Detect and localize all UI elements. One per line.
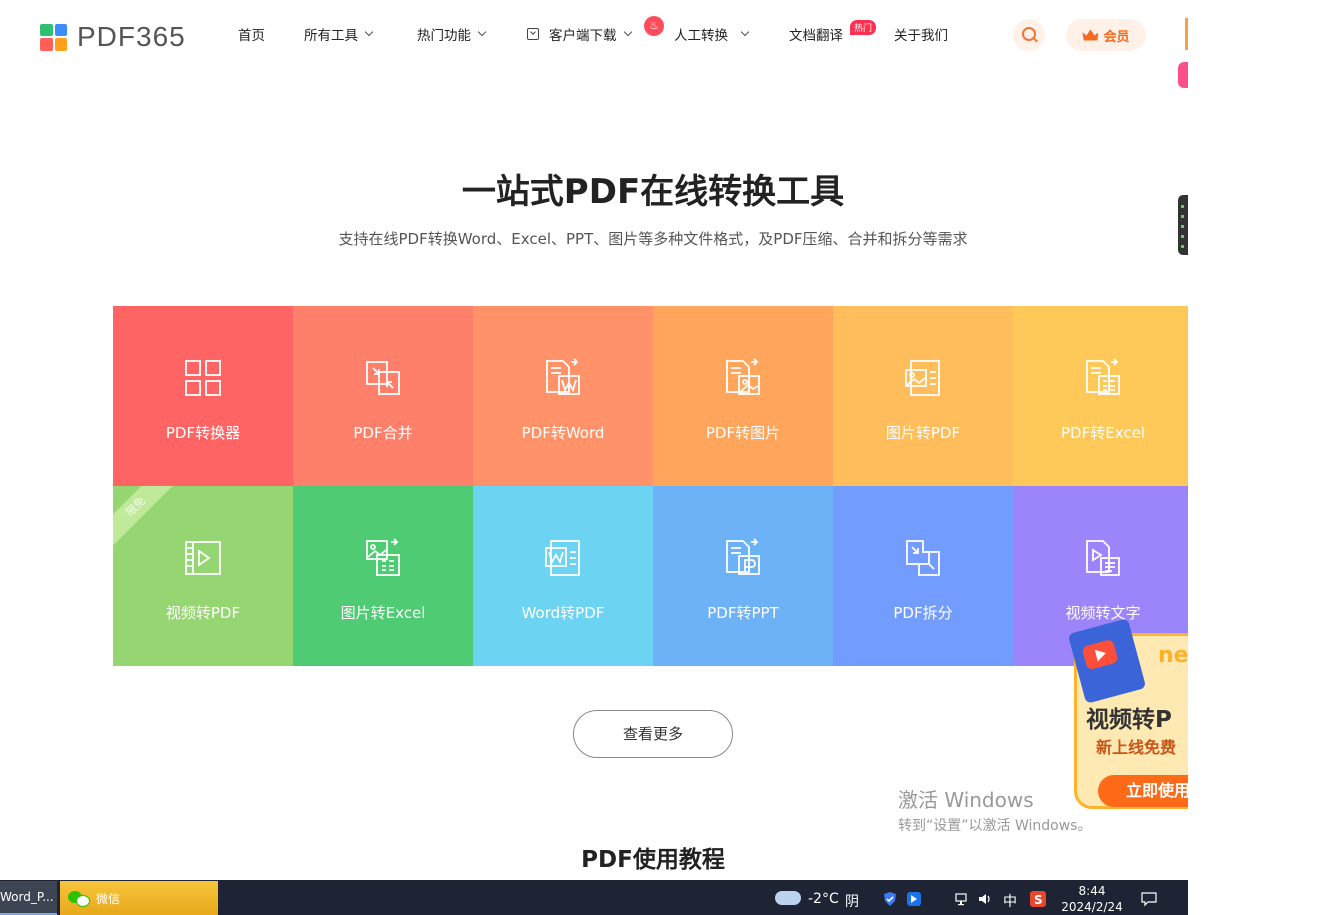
hero-title: 一站式PDF在线转换工具 [461,172,845,212]
ime-indicator[interactable]: 中 [1003,891,1017,911]
site-logo[interactable]: PDF365 [40,21,186,53]
windows-activation-watermark: 激活 Windows 转到“设置”以激活 Windows。 [898,788,1092,834]
tool-tile-label: 图片转Excel [340,604,426,622]
promo-title: 视频转P [1086,707,1172,733]
view-more-button[interactable]: 查看更多 [573,710,733,758]
video-icon [185,541,221,575]
tool-grid: PDF转换器 PDF合并 PDF转Word PDF转图片 图片转PDF PDF转Excel… [113,306,1188,666]
grid-icon [185,360,221,396]
tool-tile-label: 视频转文字 [1065,604,1141,622]
browser-page: PDF365 首页 所有工具 热门功能 客户端下载 人工转换 文档翻译 关于我们… [0,0,1188,880]
tool-tile[interactable]: PDF转Word [473,306,653,486]
taskbar-word-app[interactable]: Word_P... [0,881,57,915]
download-icon [527,28,539,40]
nav-home[interactable]: 首页 [238,24,265,44]
tool-tile-label: PDF合并 [353,424,413,442]
svg-text:S: S [1034,893,1043,907]
volume-icon[interactable] [977,891,993,907]
tutorial-section-title: PDF使用教程 [581,847,725,873]
image-to-pdf-icon [905,360,940,396]
side-float-tab[interactable] [1178,62,1188,88]
weather-cloud-icon[interactable] [775,891,801,905]
tool-tile-label: 图片转PDF [885,424,961,442]
tool-tile[interactable]: 图片转Excel [293,486,473,666]
tool-tile-label: PDF转Excel [1061,424,1145,442]
nav-all-tools[interactable]: 所有工具 [304,24,374,44]
sogou-ime-icon[interactable]: S [1030,891,1046,907]
tool-tile-label: PDF拆分 [893,604,953,622]
nav-manual-convert[interactable]: 人工转换 [674,24,750,44]
side-widget-edge[interactable] [1185,18,1188,50]
excel-icon [1086,358,1120,395]
word-icon [546,358,580,395]
split-icon [906,540,940,576]
image-excel-icon [366,538,400,576]
promo-new-badge: ne [1158,643,1188,668]
tool-tile[interactable]: PDF拆分 [833,486,1013,666]
tool-tile[interactable]: PDF转Excel [1013,306,1188,486]
taskbar-clock[interactable]: 8:44 2024/2/24 [1060,883,1124,915]
member-button[interactable]: 会员 [1066,19,1146,51]
image-icon [726,358,760,395]
chevron-down-icon [477,27,487,37]
free-ribbon-badge: 限免 [113,486,176,547]
tool-tile-label: PDF转换器 [165,424,241,442]
weather-desc[interactable]: 阴 [845,891,859,911]
chevron-down-icon [740,27,750,37]
nav-client-download[interactable]: 客户端下载 [527,24,632,44]
weather-temp[interactable]: -2°C [808,891,839,907]
promo-subtitle: 新上线免费 [1096,738,1177,757]
logo-mark-icon [40,23,67,51]
promo-use-now-button[interactable]: 立即使用 [1098,775,1188,807]
nav-doc-translate[interactable]: 文档翻译 [789,24,843,44]
nav-hot-features[interactable]: 热门功能 [417,24,487,44]
tool-tile-label: PDF转PPT [707,604,779,622]
chevron-down-icon [623,27,632,37]
promo-video-to-pdf[interactable]: ne 视频转P 新上线免费 立即使用 [1067,618,1188,810]
tool-tile[interactable]: PDF合并 [293,306,473,486]
tray-app-icon[interactable] [906,891,922,907]
merge-icon [366,361,400,395]
tool-tile[interactable]: PDF转PPT [653,486,833,666]
logo-text: PDF365 [77,21,186,52]
nav-about-us[interactable]: 关于我们 [894,24,948,44]
tool-tile[interactable]: 视频转PDF 限免 [113,486,293,666]
hot-badge: 热门 [850,20,877,35]
tool-tile[interactable]: Word转PDF [473,486,653,666]
crown-icon [1082,29,1099,41]
word-pdf-icon [545,540,580,576]
tool-tile-label: 视频转PDF [165,604,241,622]
wechat-icon [68,889,90,907]
ppt-icon [726,538,760,575]
site-header: PDF365 首页 所有工具 热门功能 客户端下载 人工转换 文档翻译 关于我们… [0,0,1188,70]
network-icon[interactable] [954,891,970,907]
tool-tile[interactable]: PDF转图片 [653,306,833,486]
tool-tile[interactable]: PDF转换器 [113,306,293,486]
hero-subtitle: 支持在线PDF转换Word、Excel、PPT、图片等多种文件格式，及PDF压缩… [338,230,968,248]
notification-icon[interactable] [1141,891,1157,907]
tool-tile-label: PDF转图片 [705,424,781,442]
taskbar-wechat-app[interactable]: 微信 [60,881,218,915]
security-shield-icon[interactable] [882,891,898,907]
tool-tile[interactable]: 图片转PDF [833,306,1013,486]
fire-icon: ♨ [644,16,664,36]
search-button[interactable] [1013,19,1045,51]
video-text-icon [1086,540,1120,576]
tool-tile-label: Word转PDF [521,604,605,622]
chevron-down-icon [364,27,374,37]
tool-tile-label: PDF转Word [521,424,605,442]
